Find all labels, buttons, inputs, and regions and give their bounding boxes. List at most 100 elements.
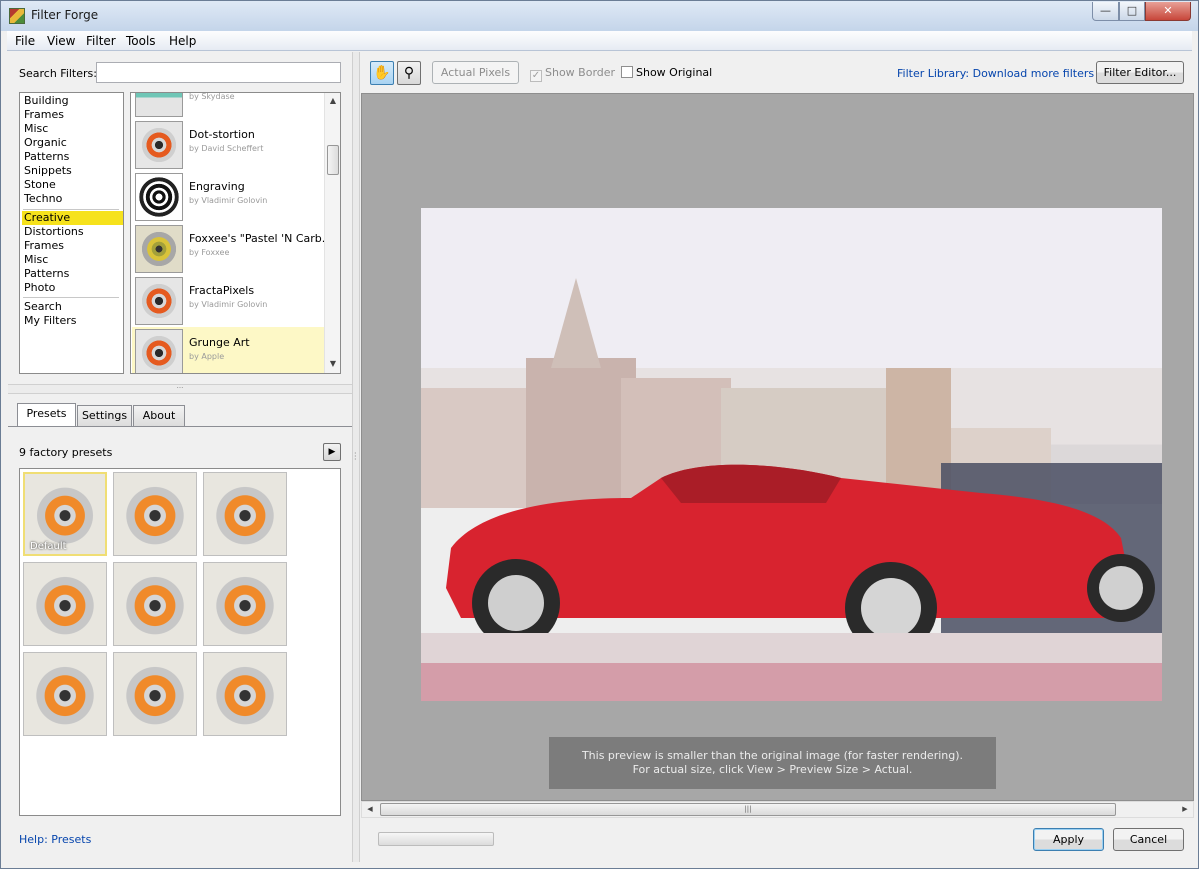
preset-thumbnail[interactable]: [203, 562, 287, 646]
preview-note-line-1: This preview is smaller than the origina…: [581, 749, 964, 762]
filter-name: Foxxee's "Pastel 'N Carb...: [189, 232, 333, 245]
menu-filter[interactable]: Filter: [86, 34, 116, 48]
filter-name: Grunge Art: [189, 336, 250, 349]
filter-name: Engraving: [189, 180, 245, 193]
close-button[interactable]: ✕: [1145, 2, 1191, 21]
horizontal-splitter[interactable]: ···: [8, 384, 352, 394]
show-border-label: Show Border: [545, 66, 616, 79]
scroll-thumb[interactable]: |||: [380, 803, 1116, 816]
menu-file[interactable]: File: [15, 34, 35, 48]
preset-thumbnail-default[interactable]: Default: [23, 472, 107, 556]
preset-thumbnail[interactable]: [113, 652, 197, 736]
scroll-left-arrow-icon[interactable]: ◀: [362, 802, 378, 817]
category-item-patterns-2[interactable]: Patterns: [22, 267, 123, 281]
presets-count-label: 9 factory presets: [19, 446, 113, 459]
scroll-thumb[interactable]: [327, 145, 339, 175]
apply-button[interactable]: Apply: [1033, 828, 1104, 851]
tab-divider: [8, 426, 352, 427]
category-item-my-filters[interactable]: My Filters: [22, 314, 123, 328]
preset-thumbnail[interactable]: [203, 652, 287, 736]
filter-item-grunge-art[interactable]: Grunge Art by Apple: [132, 327, 324, 373]
filter-name: FractaPixels: [189, 284, 255, 297]
category-item-building[interactable]: Building: [22, 94, 123, 108]
filter-author: by Vladimir Golovin: [189, 196, 268, 205]
category-item-frames-2[interactable]: Frames: [22, 239, 123, 253]
category-item-photo[interactable]: Photo: [22, 281, 123, 295]
category-item-misc-2[interactable]: Misc: [22, 253, 123, 267]
tab-settings[interactable]: Settings: [77, 405, 132, 426]
vertical-splitter[interactable]: · · ·: [352, 52, 360, 862]
presets-grid: Default: [19, 468, 341, 816]
menu-help[interactable]: Help: [169, 34, 196, 48]
car-photo-painted: [421, 208, 1162, 701]
filter-library-link[interactable]: Filter Library: Download more filters: [897, 67, 1094, 80]
help-presets-link[interactable]: Help: Presets: [19, 833, 91, 846]
filter-item-fractapixels[interactable]: FractaPixels by Vladimir Golovin: [132, 275, 324, 327]
checkbox-unchecked-icon: [621, 66, 633, 78]
right-pane: ✋ ⚲ Actual Pixels ✓ Show Border Show Orig…: [361, 52, 1194, 862]
maximize-button[interactable]: □: [1119, 2, 1145, 21]
splitter-grip-icon: · · ·: [354, 449, 357, 464]
tab-presets[interactable]: Presets: [17, 403, 76, 427]
filter-item-engraving[interactable]: Engraving by Vladimir Golovin: [132, 171, 324, 223]
filter-editor-button[interactable]: Filter Editor...: [1096, 61, 1184, 84]
menu-view[interactable]: View: [47, 34, 75, 48]
preset-thumbnail[interactable]: [23, 562, 107, 646]
scroll-right-arrow-icon[interactable]: ▶: [1177, 802, 1193, 817]
filter-author: by David Scheffert: [189, 144, 264, 153]
preset-thumbnail[interactable]: [113, 562, 197, 646]
cancel-button[interactable]: Cancel: [1113, 828, 1184, 851]
preset-default-label: Default: [30, 541, 67, 552]
app-window: Filter Forge — □ ✕ File View Filter Tool…: [0, 0, 1199, 869]
preview-horizontal-scrollbar[interactable]: ◀ ||| ▶: [361, 801, 1194, 818]
category-item-search[interactable]: Search: [22, 300, 123, 314]
scroll-down-arrow-icon[interactable]: ▼: [325, 356, 340, 372]
actual-pixels-button[interactable]: Actual Pixels: [432, 61, 519, 84]
category-divider: [23, 297, 119, 298]
category-item-organic[interactable]: Organic: [22, 136, 123, 150]
category-item-distortions[interactable]: Distortions: [22, 225, 123, 239]
filter-item-dot-stortion[interactable]: Dot-stortion by David Scheffert: [132, 119, 324, 171]
filter-author: by Skydase: [189, 92, 235, 101]
filter-forge-app-icon: [9, 8, 25, 24]
minimize-button[interactable]: —: [1092, 2, 1119, 21]
filter-item-foxxees-pastel[interactable]: Foxxee's "Pastel 'N Carb... by Foxxee: [132, 223, 332, 275]
category-item-creative[interactable]: Creative: [22, 211, 123, 225]
search-filters-label: Search Filters:: [19, 67, 97, 80]
search-filters-input[interactable]: [96, 62, 341, 83]
show-original-checkbox[interactable]: Show Original: [621, 66, 712, 79]
preset-thumbnail[interactable]: [113, 472, 197, 556]
left-pane: Search Filters: Building Frames Misc Org…: [8, 52, 352, 862]
category-item-misc[interactable]: Misc: [22, 122, 123, 136]
preset-thumbnail[interactable]: [23, 652, 107, 736]
category-item-stone[interactable]: Stone: [22, 178, 123, 192]
category-item-techno[interactable]: Techno: [22, 192, 123, 206]
filter-item[interactable]: by Skydase: [132, 92, 324, 119]
filter-thumbnail: [135, 329, 183, 373]
preview-area[interactable]: This preview is smaller than the origina…: [361, 93, 1194, 801]
preview-image[interactable]: [421, 208, 1162, 701]
zoom-tool-icon[interactable]: ⚲: [397, 61, 421, 85]
menu-bar: File View Filter Tools Help: [7, 31, 1192, 51]
presets-menu-arrow-icon[interactable]: ▶: [323, 443, 341, 461]
filter-thumbnail: [135, 277, 183, 325]
show-border-checkbox[interactable]: ✓ Show Border: [530, 66, 615, 82]
preview-size-notice: This preview is smaller than the origina…: [549, 737, 996, 789]
filter-author: by Apple: [189, 352, 225, 361]
category-item-snippets[interactable]: Snippets: [22, 164, 123, 178]
filter-thumbnail: [135, 121, 183, 169]
hand-tool-icon[interactable]: ✋: [370, 61, 394, 85]
filter-author: by Foxxee: [189, 248, 230, 257]
tab-about[interactable]: About: [133, 405, 185, 426]
category-item-patterns[interactable]: Patterns: [22, 150, 123, 164]
preview-note-line-2: For actual size, click View > Preview Si…: [632, 763, 913, 776]
render-progress-bar: [378, 832, 494, 846]
show-original-label: Show Original: [636, 66, 713, 79]
filter-list-scrollbar[interactable]: ▲ ▼: [324, 93, 340, 373]
category-item-frames[interactable]: Frames: [22, 108, 123, 122]
preset-thumbnail[interactable]: [203, 472, 287, 556]
menu-tools[interactable]: Tools: [126, 34, 156, 48]
scroll-up-arrow-icon[interactable]: ▲: [325, 93, 340, 109]
filter-author: by Vladimir Golovin: [189, 300, 268, 309]
category-divider: [23, 209, 119, 210]
